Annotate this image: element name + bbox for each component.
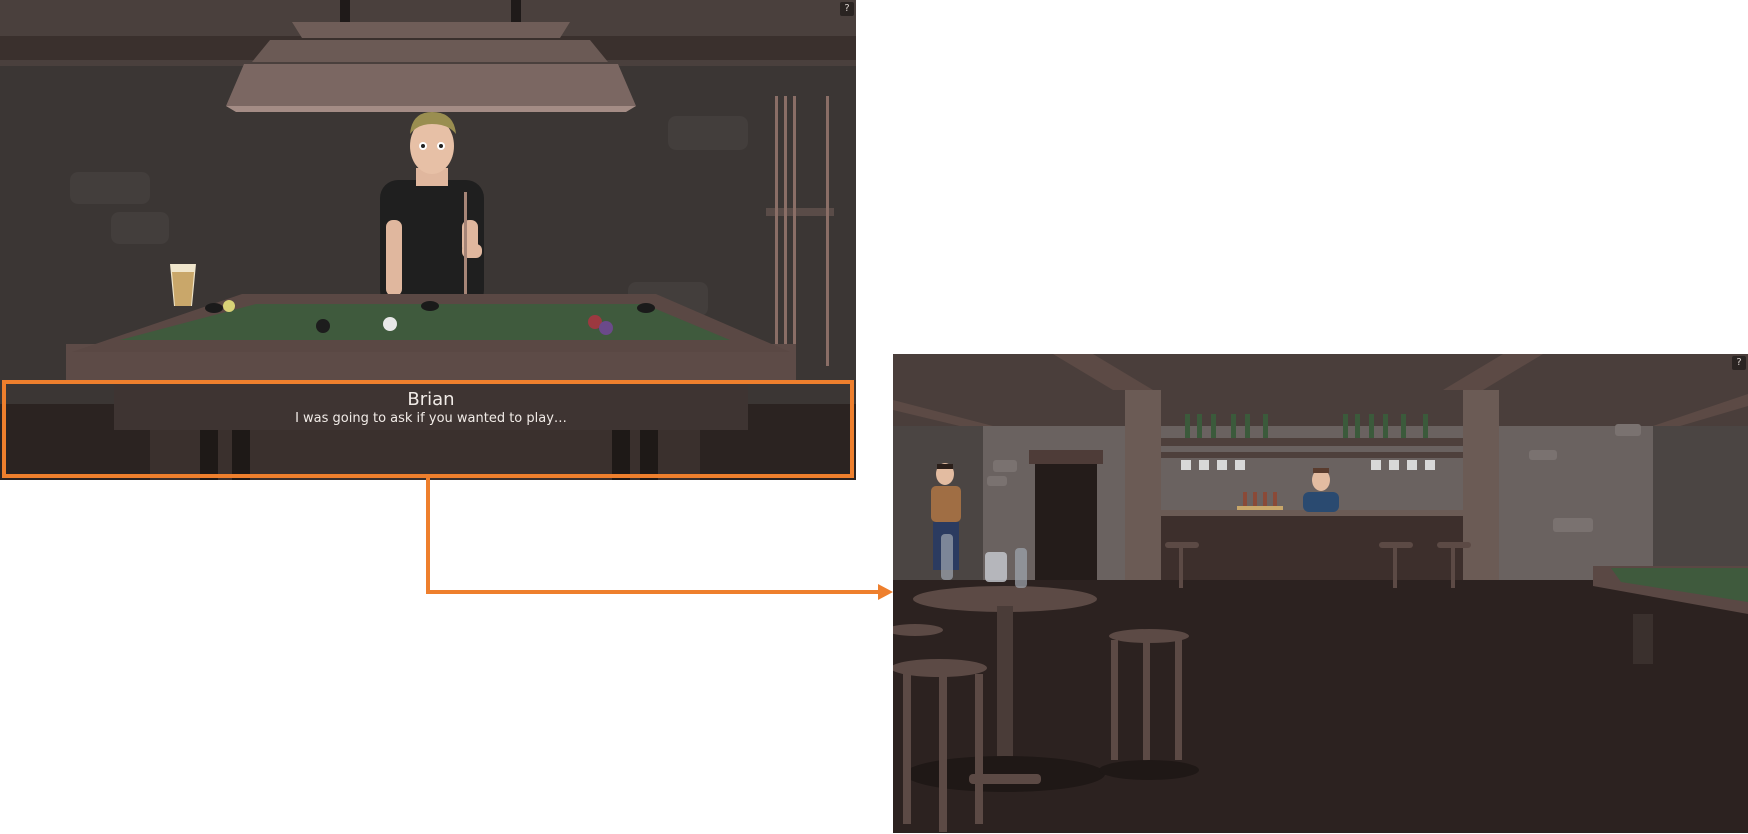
help-button-bar[interactable]: ? [1732, 356, 1746, 370]
bar-room-background [893, 354, 1748, 833]
bar-room-scene: ? [893, 354, 1748, 833]
question-mark-icon: ? [1736, 357, 1742, 368]
